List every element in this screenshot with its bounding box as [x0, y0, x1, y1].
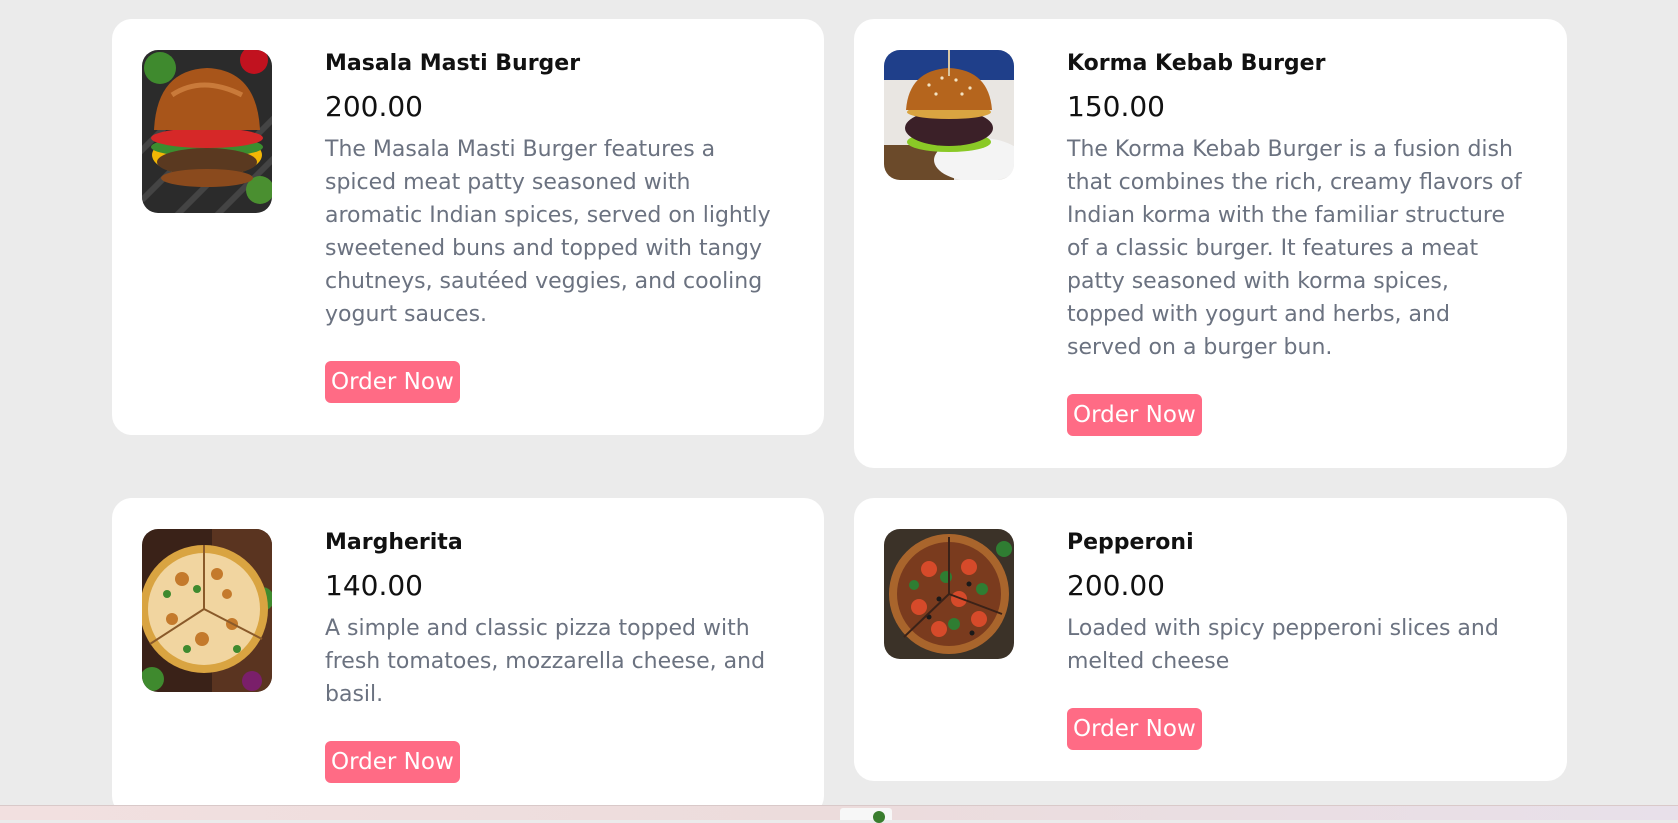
item-title: Masala Masti Burger — [325, 51, 581, 76]
order-now-button[interactable]: Order Now — [325, 361, 460, 403]
item-title: Pepperoni — [1067, 530, 1194, 555]
item-title: Margherita — [325, 530, 463, 555]
taskbar — [0, 805, 1678, 823]
order-now-button[interactable]: Order Now — [1067, 708, 1202, 750]
burger-photo — [884, 50, 1014, 180]
card-content: Pepperoni 200.00 Loaded with spicy peppe… — [1067, 528, 1527, 750]
app-icon — [873, 811, 885, 823]
item-description: The Masala Masti Burger features a spice… — [325, 137, 771, 327]
card-content: Margherita 140.00 A simple and classic p… — [325, 528, 784, 783]
item-title: Korma Kebab Burger — [1067, 51, 1326, 76]
order-now-button[interactable]: Order Now — [1067, 394, 1202, 436]
taskbar-app-icon[interactable] — [840, 808, 892, 823]
card-content: Masala Masti Burger 200.00 The Masala Ma… — [325, 49, 784, 403]
pizza-photo — [142, 529, 272, 692]
item-price: 200.00 — [325, 90, 423, 123]
item-price: 150.00 — [1067, 90, 1165, 123]
menu-card: Masala Masti Burger 200.00 The Masala Ma… — [112, 19, 824, 435]
pizza-photo — [884, 529, 1014, 659]
item-price: 140.00 — [325, 569, 423, 602]
menu-card: Pepperoni 200.00 Loaded with spicy peppe… — [854, 498, 1567, 781]
item-price: 200.00 — [1067, 569, 1165, 602]
item-description: A simple and classic pizza topped with f… — [325, 616, 766, 707]
menu-card: Margherita 140.00 A simple and classic p… — [112, 498, 824, 816]
burger-photo — [142, 50, 272, 213]
item-description: Loaded with spicy pepperoni slices and m… — [1067, 616, 1499, 674]
menu-card: Korma Kebab Burger 150.00 The Korma Keba… — [854, 19, 1567, 468]
item-description: The Korma Kebab Burger is a fusion dish … — [1067, 137, 1522, 360]
order-now-button[interactable]: Order Now — [325, 741, 460, 783]
card-content: Korma Kebab Burger 150.00 The Korma Keba… — [1067, 49, 1527, 436]
